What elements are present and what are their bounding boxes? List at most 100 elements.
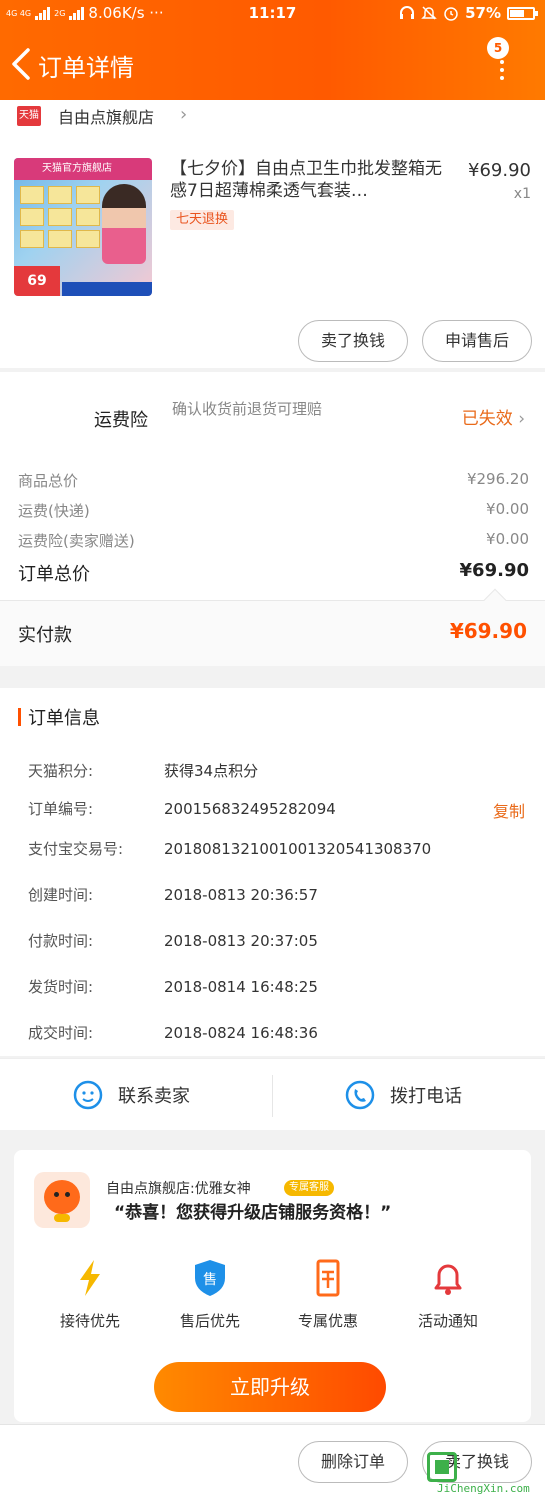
mascot-bow	[54, 1214, 70, 1222]
summary-label: 订单总价	[18, 564, 90, 585]
info-value-points: 获得34点积分	[164, 762, 259, 780]
paid-row: 实付款 ¥69.90	[0, 588, 545, 666]
mascot-head	[44, 1180, 80, 1214]
summary-label: 运费险(卖家赠送)	[18, 532, 135, 550]
upgrade-now-button[interactable]: 立即升级	[154, 1362, 386, 1412]
shop-chevron-icon[interactable]: ›	[180, 104, 187, 125]
summary-value: ¥296.20	[466, 470, 529, 488]
upgrade-message: “恭喜！您获得升级店铺服务资格！”	[114, 1203, 392, 1223]
paid-label: 实付款	[18, 625, 72, 646]
coupon-icon	[316, 1259, 340, 1297]
product-image[interactable]: 天猫官方旗舰店 69	[14, 158, 152, 296]
info-label-paid: 付款时间:	[28, 932, 94, 950]
chat-bubble-icon	[73, 1080, 103, 1110]
after-sale-button[interactable]: 申请售后	[422, 320, 532, 362]
info-label-closed: 成交时间:	[28, 1024, 94, 1042]
battery-percent: 57%	[465, 4, 501, 22]
info-value-shipped: 2018-0814 16:48:25	[164, 978, 318, 996]
product-price: ¥69.90	[468, 160, 531, 181]
call-phone-label: 拨打电话	[390, 1086, 462, 1107]
perk-notification[interactable]: 活动通知	[398, 1258, 498, 1331]
summary-row-goods: 商品总价 ¥296.20	[18, 470, 529, 491]
summary-row-total: 订单总价 ¥69.90	[18, 560, 529, 586]
insurance-desc: 确认收货前退货可理赔	[172, 400, 323, 418]
summary-label: 商品总价	[18, 472, 79, 490]
insurance-status-text: 已失效	[461, 409, 513, 429]
call-phone-button[interactable]: 拨打电话	[344, 1059, 462, 1131]
copy-button[interactable]: 复制	[493, 798, 525, 822]
alarm-icon	[444, 7, 458, 21]
delete-order-button[interactable]: 删除订单	[298, 1441, 408, 1483]
mascot-eye	[65, 1192, 70, 1197]
info-value-alipay-no: 2018081321001001320541308370	[164, 840, 432, 858]
shield-icon: 售	[195, 1260, 225, 1296]
info-label-points: 天猫积分:	[28, 762, 94, 780]
product-title[interactable]: 【七夕价】自由点卫生巾批发整箱无感7日超薄棉柔透气套装…	[170, 158, 450, 202]
info-value-paid: 2018-0813 20:37:05	[164, 932, 318, 950]
phone-icon	[345, 1080, 375, 1110]
shield-char: 售	[203, 1272, 217, 1288]
order-info-card	[0, 688, 545, 1056]
bell-icon	[434, 1264, 462, 1295]
mute-icon	[421, 6, 437, 20]
perk-after-sale[interactable]: 售 售后优先	[160, 1258, 260, 1331]
perk-reception[interactable]: 接待优先	[40, 1258, 140, 1331]
info-label-alipay-no: 支付宝交易号:	[28, 840, 124, 858]
nav-bar: 订单详情 5	[0, 37, 545, 90]
tmall-logo: 天猫	[17, 106, 41, 126]
perk-discount[interactable]: 专属优惠	[278, 1258, 378, 1331]
vip-service-badge: 专属客服	[284, 1180, 334, 1196]
site-watermark: JiChengXin.com	[427, 1452, 539, 1496]
return-policy-tag: 七天退换	[170, 210, 235, 230]
insurance-chevron-icon: ›	[518, 409, 525, 429]
summary-row-insurance: 运费险(卖家赠送) ¥0.00	[18, 530, 529, 551]
watermark-text: JiChengXin.com	[437, 1482, 530, 1495]
summary-value: ¥0.00	[486, 530, 529, 548]
perk-label: 接待优先	[59, 1312, 120, 1330]
mascot-avatar	[34, 1172, 90, 1228]
perk-label: 售后优先	[179, 1312, 240, 1330]
paid-value: ¥69.90	[449, 619, 527, 643]
shop-name[interactable]: 自由点旗舰店	[58, 104, 154, 128]
sell-button[interactable]: 卖了换钱	[298, 320, 408, 362]
notification-badge: 5	[487, 37, 509, 59]
more-menu-button[interactable]: 5	[485, 37, 521, 84]
contact-seller-label: 联系卖家	[118, 1086, 190, 1107]
info-label-shipped: 发货时间:	[28, 978, 94, 996]
section-accent-bar	[18, 708, 21, 726]
order-info-title: 订单信息	[28, 708, 100, 729]
perk-label: 专属优惠	[297, 1312, 358, 1330]
contact-divider	[272, 1075, 273, 1117]
product-quantity: x1	[513, 186, 531, 202]
back-arrow-icon[interactable]	[8, 46, 36, 82]
info-value-created: 2018-0813 20:36:57	[164, 886, 318, 904]
summary-value: ¥0.00	[486, 500, 529, 518]
more-dots-icon	[500, 60, 504, 84]
contact-bar: 联系卖家 拨打电话	[0, 1058, 545, 1130]
summary-row-shipping: 运费(快递) ¥0.00	[18, 500, 529, 521]
app-header: 4G 4G 2G 8.06K/s ··· 11:17 57% 订单详情 5	[0, 0, 545, 100]
headphone-icon	[400, 6, 415, 19]
mascot-eye	[54, 1192, 59, 1197]
upgrade-shop-line: 自由点旗舰店:优雅女神	[106, 1181, 251, 1197]
contact-seller-button[interactable]: 联系卖家	[72, 1059, 190, 1131]
summary-label: 运费(快递)	[18, 502, 90, 520]
insurance-status: 已失效 ›	[462, 404, 525, 429]
image-brand-text: 天猫官方旗舰店	[14, 158, 152, 180]
upgrade-card: 自由点旗舰店:优雅女神 专属客服 “恭喜！您获得升级店铺服务资格！” 接待优先 …	[14, 1150, 531, 1422]
image-model	[102, 184, 146, 264]
battery-icon	[507, 6, 538, 20]
insurance-label: 运费险	[94, 410, 148, 431]
status-bar: 4G 4G 2G 8.06K/s ··· 11:17 57%	[0, 0, 545, 28]
perk-label: 活动通知	[417, 1312, 478, 1330]
info-label-order-no: 订单编号:	[28, 800, 94, 818]
info-value-order-no: 200156832495282094	[164, 800, 336, 818]
lightning-icon	[80, 1260, 100, 1296]
summary-value: ¥69.90	[459, 560, 529, 581]
info-label-created: 创建时间:	[28, 886, 94, 904]
image-price-tag: 69	[14, 266, 60, 296]
image-pad-grid	[20, 186, 102, 248]
info-value-closed: 2018-0824 16:48:36	[164, 1024, 318, 1042]
page-title: 订单详情	[38, 54, 134, 82]
image-promo-strip	[62, 282, 152, 296]
